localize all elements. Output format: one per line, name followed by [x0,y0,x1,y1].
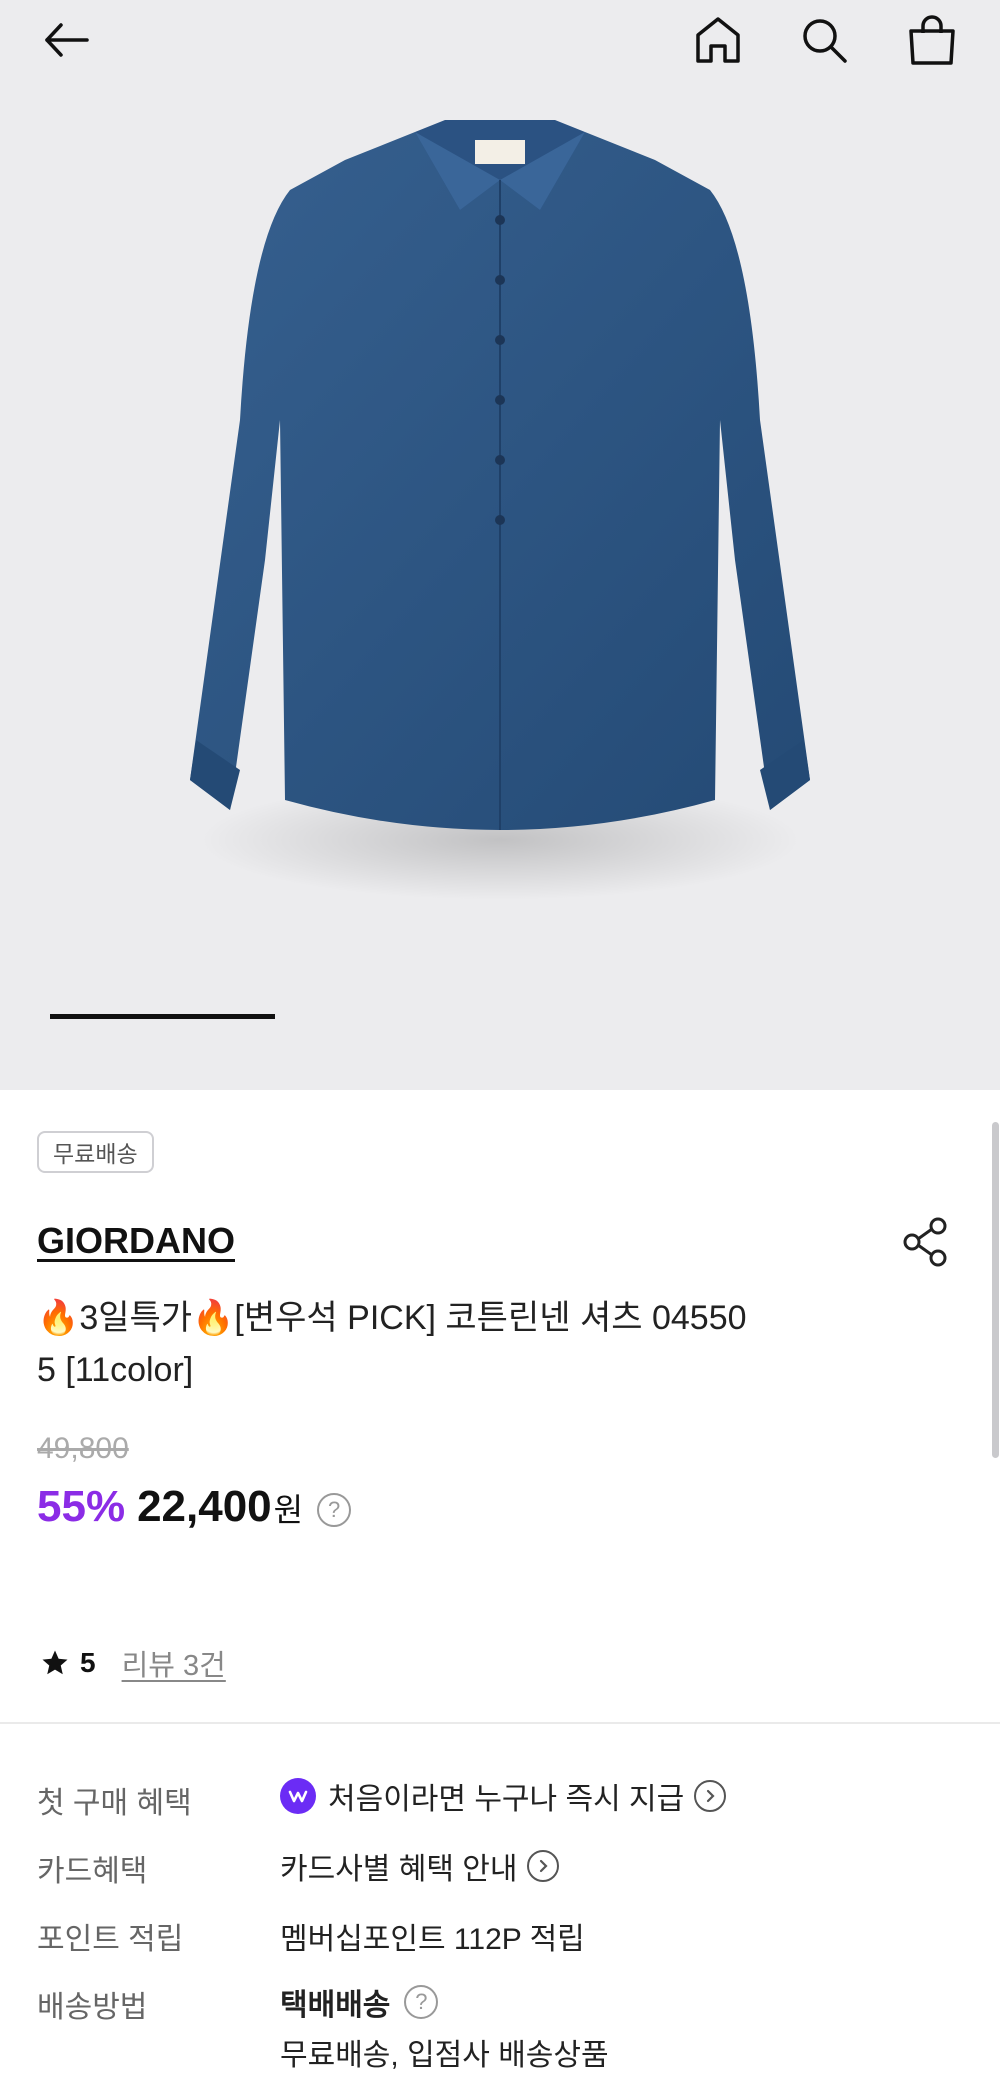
free-shipping-badge: 무료배송 [37,1131,154,1173]
product-title: 🔥3일특가🔥[변우석 PICK] 코튼린넨 셔츠 04550 5 [11colo… [37,1292,837,1396]
chevron-right-icon[interactable] [527,1850,560,1882]
benefit-label-first-purchase: 첫 구매 혜택 [37,1787,192,1820]
benefit-text-card: 카드사별 혜택 안내 [280,1853,518,1886]
benefit-label-card: 카드혜택 [37,1855,148,1888]
star-icon [42,1650,68,1675]
benefit-value-shipping: 택배배송 ? [280,1980,439,2024]
shipping-help-icon[interactable]: ? [404,1985,439,2019]
original-price: 49,800 [37,1432,129,1465]
benefit-value-first-purchase[interactable]: 처음이라면 누구나 즉시 지급 [280,1774,727,1818]
currency-label: 원 [273,1492,304,1528]
product-title-line-1: 🔥3일특가🔥[변우석 PICK] 코튼린넨 셔츠 04550 [37,1299,747,1337]
shipping-method: 택배배송 [280,1989,391,2022]
search-icon[interactable] [794,10,854,70]
scrollbar[interactable] [992,1122,999,1458]
price-help-icon[interactable]: ? [317,1493,352,1527]
price-row: 55% 22,400 원 ? [37,1482,352,1532]
product-image-gallery[interactable] [0,0,1000,1090]
gallery-progress [50,1014,950,1019]
shopping-bag-icon[interactable] [902,10,962,70]
chevron-right-icon[interactable] [694,1780,727,1812]
sale-price: 22,400 [137,1482,272,1531]
back-arrow-icon[interactable] [36,10,96,70]
benefit-value-points: 멤버십포인트 112P 적립 [280,1923,585,1956]
discount-rate: 55% [37,1482,126,1531]
benefit-text-first-purchase: 처음이라면 누구나 즉시 지급 [328,1783,685,1816]
w-badge-icon [280,1778,316,1814]
top-navigation-bar [0,0,1000,80]
benefit-label-points: 포인트 적립 [37,1923,184,1956]
benefit-label-shipping: 배송방법 [37,1991,148,2024]
rating-summary: 5 리뷰 3건 [40,1642,226,1684]
product-title-line-2: 5 [11color] [37,1351,194,1389]
shipping-detail: 무료배송, 입점사 배송상품 [280,2039,609,2072]
product-image [190,120,810,900]
home-icon[interactable] [688,10,748,70]
rating-value: 5 [80,1647,96,1678]
brand-link[interactable]: GIORDANO [37,1220,235,1262]
share-icon[interactable] [896,1212,956,1272]
gallery-progress-fill [50,1014,275,1019]
section-divider [0,1722,1000,1724]
benefit-value-card[interactable]: 카드사별 혜택 안내 [280,1844,560,1888]
review-count-link[interactable]: 리뷰 3건 [122,1642,226,1684]
